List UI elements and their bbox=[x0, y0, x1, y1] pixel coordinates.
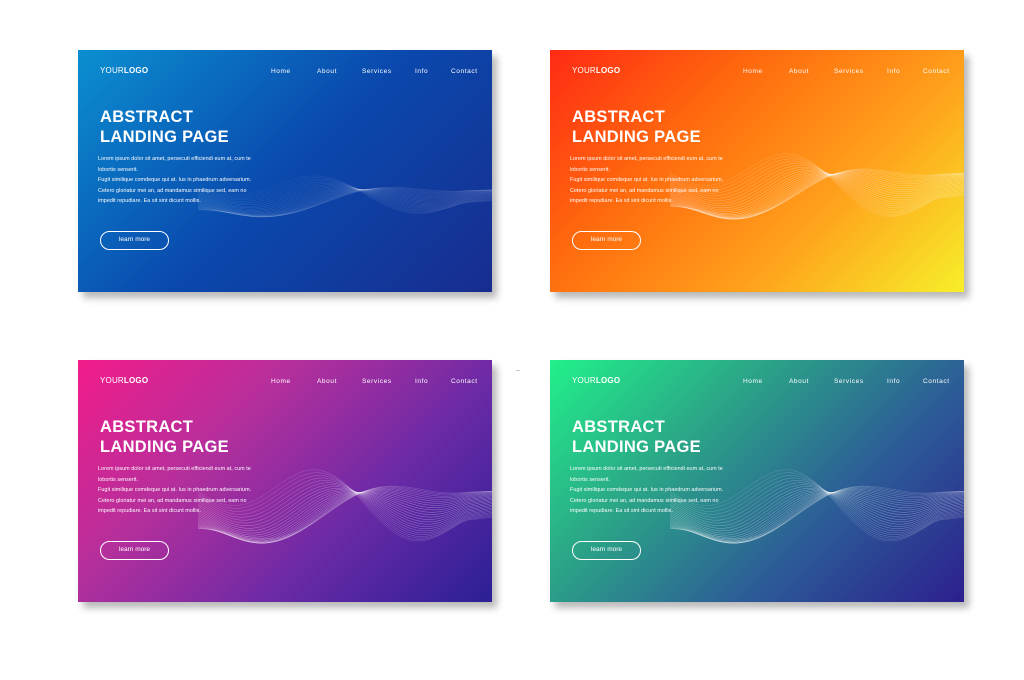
body-line: lobortis senserit. bbox=[570, 166, 611, 173]
body-line: Lorem ipsum dolor sit amet, persecuti ef… bbox=[98, 156, 251, 162]
title-line-1: ABSTRACT bbox=[100, 418, 194, 436]
body-line: lobortis senserit. bbox=[98, 476, 139, 483]
body-line: Cetero gloriatur mei an, ad mandamus sim… bbox=[570, 187, 719, 194]
body-line: Fugit similique comdeque qui at. Ius in … bbox=[98, 487, 252, 494]
page-title: ABSTRACT LANDING PAGE bbox=[100, 417, 229, 457]
nav-contact[interactable]: Contact bbox=[923, 378, 950, 385]
nav-bar: Home About Services Info Contact bbox=[78, 68, 492, 78]
page-title: ABSTRACT LANDING PAGE bbox=[572, 107, 701, 147]
body-paragraph: Lorem ipsum dolor sit amet, persecuti ef… bbox=[570, 464, 745, 517]
title-line-1: ABSTRACT bbox=[572, 418, 666, 436]
nav-services[interactable]: Services bbox=[834, 68, 864, 75]
nav-services[interactable]: Services bbox=[834, 378, 864, 385]
nav-info[interactable]: Info bbox=[887, 68, 900, 75]
page-title: ABSTRACT LANDING PAGE bbox=[100, 107, 229, 147]
body-line: Fugit similique comdeque qui at. Ius in … bbox=[570, 487, 724, 494]
body-line: impedit repudiare. Ea sit sint dicunt mo… bbox=[98, 198, 201, 205]
nav-contact[interactable]: Contact bbox=[451, 378, 478, 385]
body-line: Cetero gloriatur mei an, ad mandamus sim… bbox=[570, 497, 719, 504]
body-line: lobortis senserit. bbox=[98, 166, 139, 173]
stray-mark bbox=[516, 370, 520, 371]
nav-about[interactable]: About bbox=[317, 68, 337, 75]
nav-info[interactable]: Info bbox=[415, 68, 428, 75]
body-line: Lorem ipsum dolor sit amet, persecuti ef… bbox=[570, 466, 723, 472]
nav-services[interactable]: Services bbox=[362, 378, 392, 385]
body-paragraph: Lorem ipsum dolor sit amet, persecuti ef… bbox=[98, 464, 273, 517]
nav-home[interactable]: Home bbox=[743, 68, 763, 75]
learn-more-button[interactable]: learn more bbox=[572, 231, 641, 250]
body-line: lobortis senserit. bbox=[570, 476, 611, 483]
nav-info[interactable]: Info bbox=[415, 378, 428, 385]
title-line-1: ABSTRACT bbox=[100, 108, 194, 126]
nav-contact[interactable]: Contact bbox=[923, 68, 950, 75]
body-line: Lorem ipsum dolor sit amet, persecuti ef… bbox=[570, 156, 723, 162]
nav-bar: Home About Services Info Contact bbox=[78, 378, 492, 388]
nav-about[interactable]: About bbox=[789, 68, 809, 75]
body-line: Cetero gloriatur mei an, ad mandamus sim… bbox=[98, 497, 247, 504]
nav-home[interactable]: Home bbox=[271, 68, 291, 75]
title-line-2: LANDING PAGE bbox=[572, 438, 701, 456]
title-line-2: LANDING PAGE bbox=[572, 128, 701, 146]
body-line: impedit repudiare. Ea sit sint dicunt mo… bbox=[570, 508, 673, 515]
landing-card-green: YOURLOGO Home About Services Info Contac… bbox=[550, 360, 964, 602]
nav-contact[interactable]: Contact bbox=[451, 68, 478, 75]
landing-card-orange: YOURLOGO Home About Services Info Contac… bbox=[550, 50, 964, 292]
body-line: Fugit similique comdeque qui at. Ius in … bbox=[570, 177, 724, 184]
nav-home[interactable]: Home bbox=[271, 378, 291, 385]
page-title: ABSTRACT LANDING PAGE bbox=[572, 417, 701, 457]
body-paragraph: Lorem ipsum dolor sit amet, persecuti ef… bbox=[570, 154, 745, 207]
nav-about[interactable]: About bbox=[317, 378, 337, 385]
nav-about[interactable]: About bbox=[789, 378, 809, 385]
landing-card-magenta: YOURLOGO Home About Services Info Contac… bbox=[78, 360, 492, 602]
nav-info[interactable]: Info bbox=[887, 378, 900, 385]
body-line: Cetero gloriatur mei an, ad mandamus sim… bbox=[98, 187, 247, 194]
title-line-1: ABSTRACT bbox=[572, 108, 666, 126]
learn-more-button[interactable]: learn more bbox=[572, 541, 641, 560]
body-line: Fugit similique comdeque qui at. Ius in … bbox=[98, 177, 252, 184]
landing-page-mockups: YOURLOGO Home About Services Info Contac… bbox=[0, 0, 1024, 680]
landing-card-blue: YOURLOGO Home About Services Info Contac… bbox=[78, 50, 492, 292]
learn-more-button[interactable]: learn more bbox=[100, 231, 169, 250]
nav-services[interactable]: Services bbox=[362, 68, 392, 75]
title-line-2: LANDING PAGE bbox=[100, 128, 229, 146]
nav-home[interactable]: Home bbox=[743, 378, 763, 385]
body-paragraph: Lorem ipsum dolor sit amet, persecuti ef… bbox=[98, 154, 273, 207]
nav-bar: Home About Services Info Contact bbox=[550, 68, 964, 78]
body-line: Lorem ipsum dolor sit amet, persecuti ef… bbox=[98, 466, 251, 472]
body-line: impedit repudiare. Ea sit sint dicunt mo… bbox=[98, 508, 201, 515]
nav-bar: Home About Services Info Contact bbox=[550, 378, 964, 388]
title-line-2: LANDING PAGE bbox=[100, 438, 229, 456]
learn-more-button[interactable]: learn more bbox=[100, 541, 169, 560]
body-line: impedit repudiare. Ea sit sint dicunt mo… bbox=[570, 198, 673, 205]
